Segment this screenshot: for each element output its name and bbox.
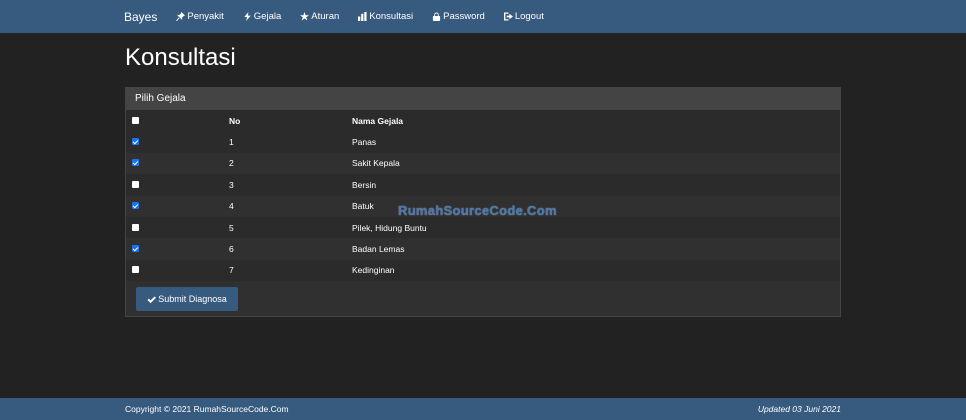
- symptom-checkbox[interactable]: [132, 159, 139, 167]
- nav-konsultasi-label: Konsultasi: [369, 11, 414, 22]
- page-title: Konsultasi: [125, 44, 236, 71]
- footer-updated: Updated 03 Juni 2021: [757, 404, 841, 414]
- select-all-checkbox[interactable]: [132, 116, 139, 124]
- row-symptom-name: Bersin: [352, 179, 377, 190]
- nav-aturan[interactable]: Aturan: [300, 11, 339, 22]
- logout-icon: [503, 12, 513, 21]
- row-checkbox-cell: [126, 131, 223, 152]
- row-no: 6: [229, 244, 234, 255]
- symptom-checkbox[interactable]: [132, 245, 139, 253]
- row-checkbox-cell: [126, 196, 223, 217]
- row-symptom-name: Pilek, Hidung Buntu: [352, 222, 427, 233]
- row-no: 1: [229, 137, 234, 148]
- table-row: 6 Badan Lemas: [126, 238, 840, 260]
- table-header-row: No Nama Gejala: [126, 110, 840, 132]
- row-symptom-name: Sakit Kepala: [352, 158, 400, 169]
- nav-password-label: Password: [443, 11, 485, 22]
- footer: Copyright © 2021 RumahSourceCode.Com Upd…: [0, 398, 966, 420]
- top-navbar: Bayes Penyakit Gejala Aturan Konsultasi …: [0, 0, 966, 33]
- column-header-no: No: [229, 115, 241, 126]
- nav-gejala[interactable]: Gejala: [243, 11, 281, 22]
- nav-konsultasi[interactable]: Konsultasi: [358, 11, 413, 22]
- row-no: 2: [229, 158, 234, 169]
- nav-password[interactable]: Password: [432, 11, 485, 22]
- table-row: 5 Pilek, Hidung Buntu: [126, 216, 840, 239]
- symptom-checkbox[interactable]: [132, 202, 139, 210]
- row-no: 3: [229, 179, 234, 190]
- row-checkbox-cell: [126, 153, 223, 174]
- nav-inner: Bayes Penyakit Gejala Aturan Konsultasi …: [124, 0, 563, 33]
- symptom-panel: Pilih Gejala No Nama Gejala 1 Panas 2 Sakit…: [125, 87, 841, 317]
- nav-penyakit[interactable]: Penyakit: [176, 11, 224, 22]
- row-checkbox-cell: [126, 260, 223, 281]
- symptom-checkbox[interactable]: [132, 138, 139, 146]
- pushpin-icon: [176, 12, 186, 21]
- check-icon: [147, 295, 157, 303]
- row-checkbox-cell: [126, 217, 223, 238]
- row-symptom-name: Panas: [352, 137, 377, 148]
- symptom-checkbox[interactable]: [132, 223, 139, 231]
- flash-icon: [244, 12, 251, 21]
- stats-icon: [358, 12, 367, 21]
- row-symptom-name: Badan Lemas: [352, 244, 405, 255]
- table-row: 3 Bersin: [126, 174, 840, 196]
- star-icon: [300, 12, 310, 21]
- table-row: 1 Panas: [126, 131, 840, 153]
- row-symptom-name: Kedinginan: [352, 265, 395, 276]
- nav-logout-label: Logout: [514, 11, 544, 22]
- row-no: 4: [229, 201, 234, 212]
- lock-icon: [433, 12, 441, 21]
- symptom-table: No Nama Gejala 1 Panas 2 Sakit Kepala 3 Bersi…: [126, 110, 840, 282]
- table-row: 2 Sakit Kepala: [126, 152, 840, 175]
- footer-copyright: Copyright © 2021 RumahSourceCode.Com: [125, 404, 289, 414]
- watermark-text: RumahSourceCode.Com: [398, 203, 557, 218]
- submit-diagnosa-button[interactable]: Submit Diagnosa: [136, 287, 238, 311]
- symptom-checkbox[interactable]: [132, 180, 139, 188]
- brand-link[interactable]: Bayes: [124, 10, 157, 24]
- panel-heading: Pilih Gejala: [126, 88, 840, 110]
- column-header-name: Nama Gejala: [352, 115, 404, 126]
- row-checkbox-cell: [126, 238, 223, 259]
- symptom-checkbox[interactable]: [132, 266, 139, 274]
- row-checkbox-cell: [126, 174, 223, 195]
- submit-diagnosa-label: Submit Diagnosa: [158, 294, 227, 304]
- nav-logout[interactable]: Logout: [503, 11, 544, 22]
- nav-gejala-label: Gejala: [253, 11, 282, 22]
- row-no: 7: [229, 265, 234, 276]
- row-no: 5: [229, 222, 234, 233]
- nav-penyakit-label: Penyakit: [187, 11, 224, 22]
- select-all-cell: [126, 110, 223, 131]
- table-row: 7 Kedinginan: [126, 259, 840, 282]
- nav-aturan-label: Aturan: [311, 11, 340, 22]
